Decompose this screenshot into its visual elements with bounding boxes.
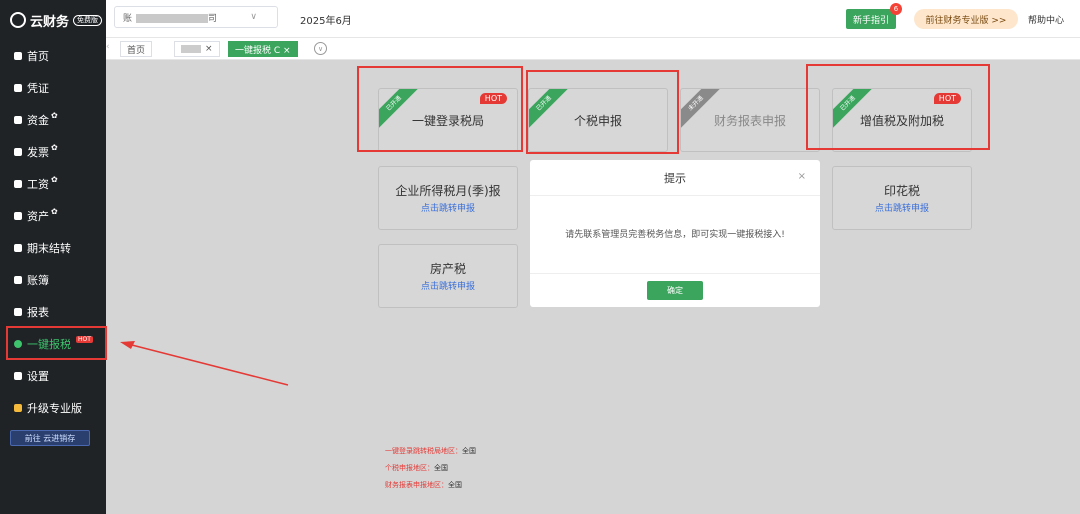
logo-text: 云财务 <box>30 14 70 30</box>
sidebar-item-ledger[interactable]: 账簿 <box>0 264 106 296</box>
report-icon <box>14 308 22 316</box>
arrow-head-icon <box>120 341 135 349</box>
declare-link[interactable]: 点击跳转申报 <box>421 201 475 214</box>
sidebar-item-label: 凭证 <box>27 82 49 95</box>
declare-link[interactable]: 点击跳转申报 <box>421 279 475 292</box>
tab-bar: ‹ 首页 × 一键报税 C × ∨ <box>106 38 1080 60</box>
sidebar-item-settings[interactable]: 设置 <box>0 360 106 392</box>
note-value: 全国 <box>434 464 448 472</box>
chevron-down-icon[interactable]: ∨ <box>314 42 327 55</box>
card-title: 企业所得税月(季)报 <box>395 184 501 198</box>
note-label: 财务报表申报地区： <box>385 481 448 489</box>
sidebar: 云财务 免费版 首页 凭证 资金 ✿ 发票 ✿ 工资 ✿ 资产 ✿ 期末结转 账簿 报表… <box>0 0 106 514</box>
sidebar-item-label: 首页 <box>27 50 49 63</box>
confirm-button[interactable]: 确定 <box>647 281 703 300</box>
period-label[interactable]: 2025年6月 <box>300 12 352 27</box>
tab-tax[interactable]: 一键报税 C × <box>228 41 298 57</box>
period-close-icon <box>14 244 22 252</box>
annotation-box <box>6 326 107 360</box>
sidebar-item-asset[interactable]: 资产 ✿ <box>0 200 106 232</box>
close-icon[interactable]: × <box>798 171 806 182</box>
logo[interactable]: 云财务 免费版 <box>0 0 106 40</box>
card-cit[interactable]: 企业所得税月(季)报 点击跳转申报 <box>378 166 518 230</box>
topbar: 账 司 ∨ 2025年6月 新手指引 6 前往财务专业版 >> 帮助中心 <box>106 0 1080 38</box>
sidebar-item-upgrade[interactable]: 升级专业版 <box>0 392 106 424</box>
crown-mark-icon: ✿ <box>51 110 58 120</box>
salary-icon <box>14 180 22 188</box>
logo-icon <box>10 12 26 28</box>
note-value: 全国 <box>448 481 462 489</box>
card-title: 印花税 <box>883 184 920 198</box>
note-label: 个税申报地区： <box>385 464 434 472</box>
crown-mark-icon: ✿ <box>51 174 58 184</box>
card-stamp[interactable]: 印花税 点击跳转申报 <box>832 166 972 230</box>
notification-badge: 6 <box>890 3 902 15</box>
company-suffix: 司 <box>208 14 218 24</box>
sidebar-item-label: 设置 <box>27 370 49 383</box>
chevron-left-icon[interactable]: ‹ <box>106 42 110 52</box>
note-value: 全国 <box>462 447 476 455</box>
sidebar-item-label: 期末结转 <box>27 242 71 255</box>
sidebar-item-salary[interactable]: 工资 ✿ <box>0 168 106 200</box>
card-title: 房产税 <box>429 262 466 276</box>
sidebar-item-fund[interactable]: 资金 ✿ <box>0 104 106 136</box>
crown-icon <box>14 404 22 412</box>
card-property[interactable]: 房产税 点击跳转申报 <box>378 244 518 308</box>
dialog-body: 请先联系管理员完善税务信息，即可实现一键报税接入! <box>530 196 820 274</box>
chevron-down-icon: ∨ <box>250 12 257 22</box>
dialog-title: 提示 <box>664 171 686 185</box>
company-select[interactable]: 账 司 ∨ <box>114 6 278 28</box>
guide-button[interactable]: 新手指引 <box>846 9 896 29</box>
sidebar-item-report[interactable]: 报表 <box>0 296 106 328</box>
dialog-footer: 确定 <box>530 274 820 307</box>
sidebar-item-label: 资金 <box>27 114 49 127</box>
annotation-box <box>357 66 523 152</box>
region-note: 财务报表申报地区：全国 <box>385 480 462 490</box>
ledger-icon <box>14 276 22 284</box>
card-title: 财务报表申报 <box>713 113 786 128</box>
tab-home[interactable]: 首页 <box>120 41 153 57</box>
invoice-icon <box>14 148 22 156</box>
tip-dialog: 提示 × 请先联系管理员完善税务信息，即可实现一键报税接入! 确定 <box>530 160 820 307</box>
sidebar-item-voucher[interactable]: 凭证 <box>0 72 106 104</box>
annotation-box <box>526 70 679 154</box>
sidebar-item-invoice[interactable]: 发票 ✿ <box>0 136 106 168</box>
dialog-message: 请先联系管理员完善税务信息，即可实现一键报税接入! <box>565 229 785 240</box>
crown-mark-icon: ✿ <box>51 142 58 152</box>
close-icon[interactable]: × <box>205 44 213 54</box>
sidebar-item-label: 发票 <box>27 146 49 159</box>
region-note: 一键登录跳转税局地区：全国 <box>385 446 476 456</box>
company-name-redacted <box>136 14 209 23</box>
tab-label: 一键报税 C × <box>235 45 291 56</box>
voucher-icon <box>14 84 22 92</box>
sidebar-item-label: 报表 <box>27 306 49 319</box>
sidebar-item-label: 升级专业版 <box>27 402 82 415</box>
note-label: 一键登录跳转税局地区： <box>385 447 462 455</box>
edition-badge: 免费版 <box>73 14 103 26</box>
pro-version-button[interactable]: 前往财务专业版 >> <box>914 9 1018 29</box>
home-icon <box>14 52 22 60</box>
arrow-line <box>127 343 289 386</box>
sidebar-item-label: 工资 <box>27 178 49 191</box>
card-financial-report[interactable]: 未开通 财务报表申报 <box>680 88 820 152</box>
dialog-header: 提示 × <box>530 160 820 196</box>
settings-icon <box>14 372 22 380</box>
tab-label: 首页 <box>127 45 146 56</box>
sidebar-item-home[interactable]: 首页 <box>0 40 106 72</box>
fund-icon <box>14 116 22 124</box>
region-note: 个税申报地区：全国 <box>385 463 448 473</box>
crown-mark-icon: ✿ <box>51 206 58 216</box>
promo-button[interactable]: 前往 云进销存 <box>10 430 90 446</box>
tab-label-redacted <box>181 45 201 53</box>
company-prefix: 账 <box>123 14 133 24</box>
declare-link[interactable]: 点击跳转申报 <box>875 201 929 214</box>
sidebar-item-label: 资产 <box>27 210 49 223</box>
sidebar-item-period-close[interactable]: 期末结转 <box>0 232 106 264</box>
annotation-box <box>806 64 990 150</box>
asset-icon <box>14 212 22 220</box>
sidebar-item-label: 账簿 <box>27 274 49 287</box>
help-center-link[interactable]: 帮助中心 <box>1028 13 1064 26</box>
tab-redacted[interactable]: × <box>174 41 220 57</box>
